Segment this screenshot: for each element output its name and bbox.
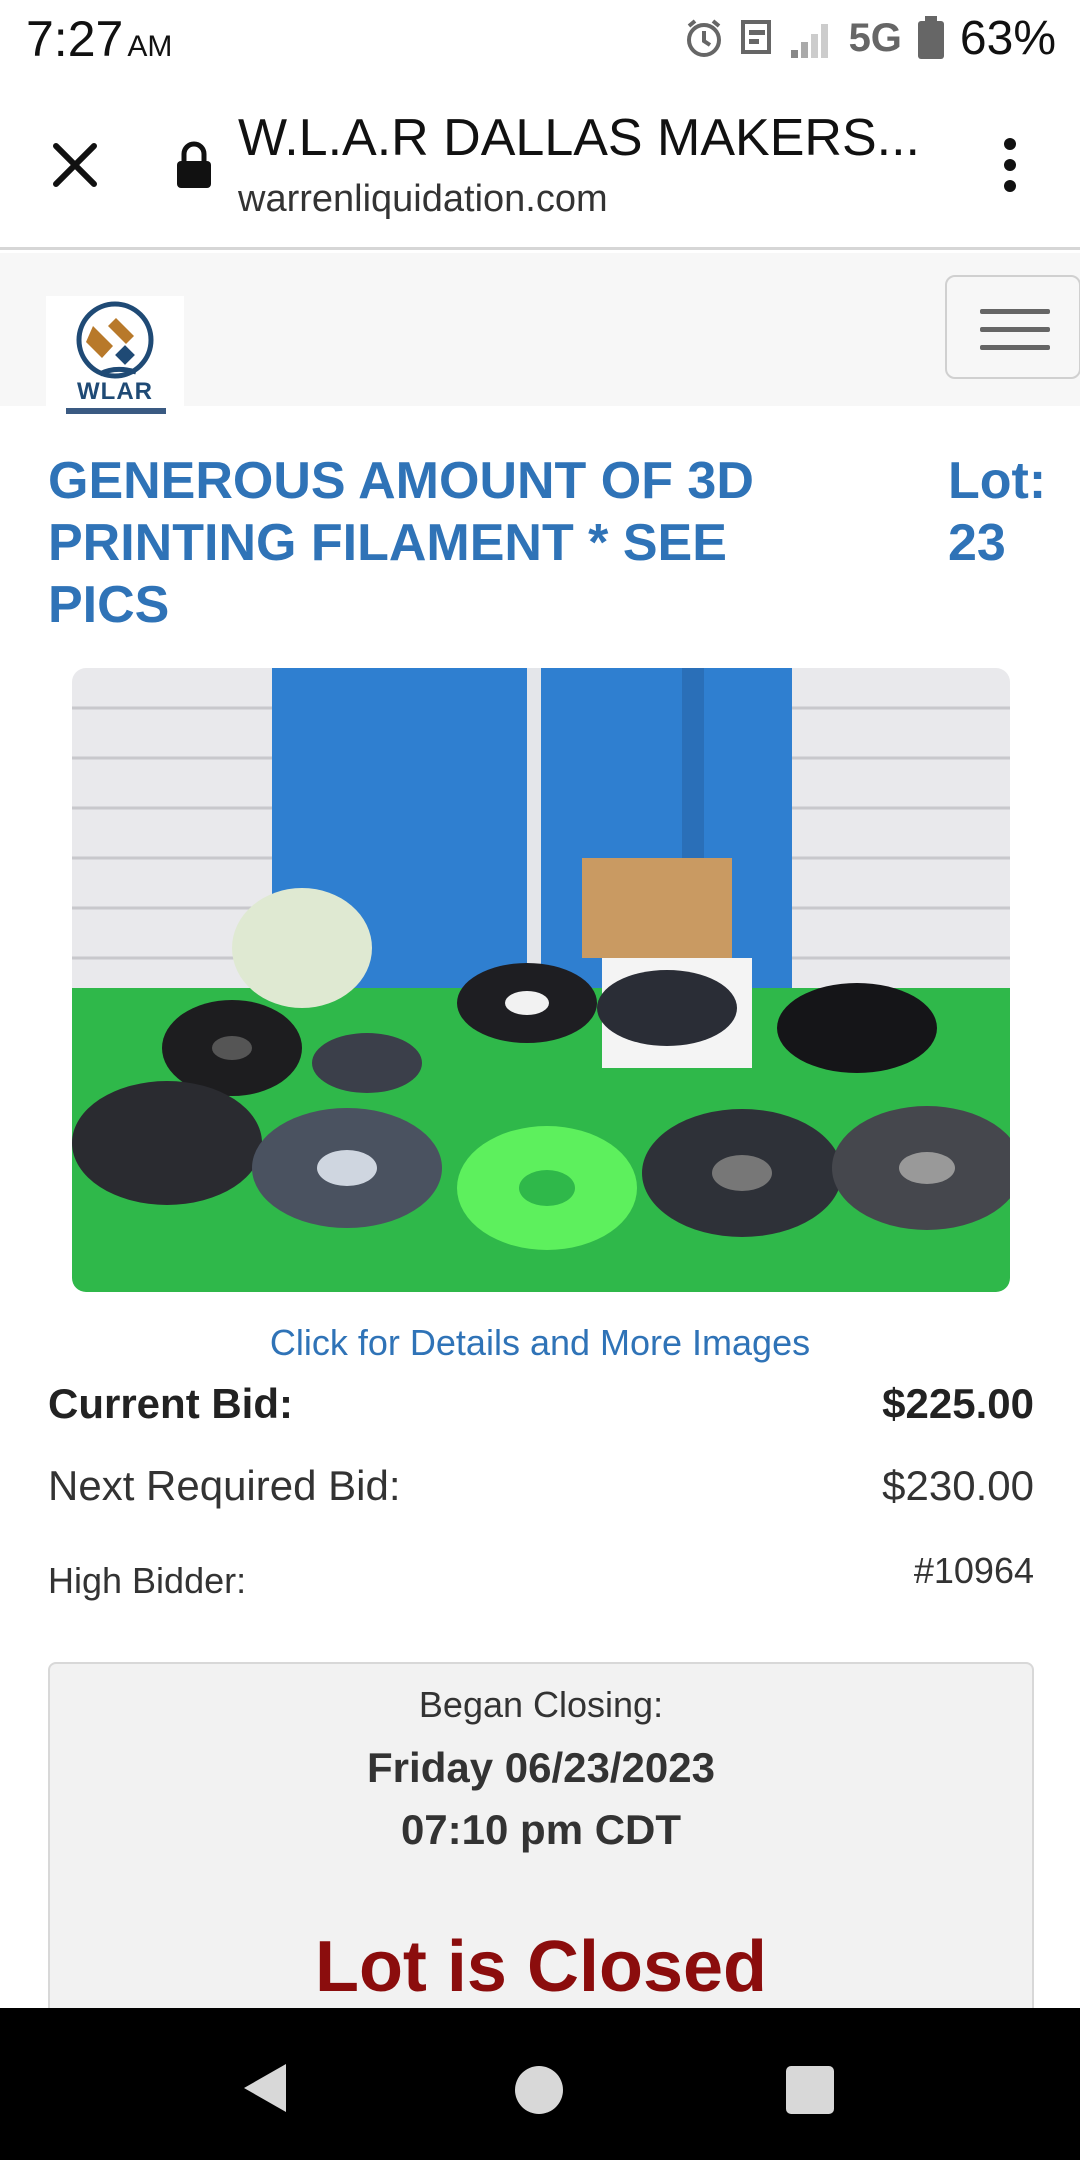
notification-icon [739, 18, 775, 58]
lot-title[interactable]: GENEROUS AMOUNT OF 3D PRINTING FILAMENT … [48, 450, 788, 636]
lot-label: Lot: [948, 452, 1047, 510]
closing-info-box: Began Closing: Friday 06/23/2023 07:10 p… [48, 1662, 1034, 2022]
status-bar: 7:27 AM 5G 63% [0, 0, 1080, 80]
current-bid-row: Current Bid: $225.00 [48, 1380, 1034, 1428]
status-time: 7:27 AM [26, 11, 173, 67]
battery-percent: 63% [959, 11, 1056, 65]
lot-number-block: Lot: 23 [948, 450, 1068, 574]
more-vert-icon[interactable] [990, 132, 1030, 198]
high-bidder-value: #10964 [913, 1550, 1034, 1591]
current-bid-value: $225.00 [882, 1380, 1034, 1427]
back-icon[interactable] [240, 2060, 290, 2121]
logo-text: WLAR [77, 378, 153, 405]
status-ampm: AM [127, 30, 173, 63]
began-closing-date: Friday 06/23/2023 [367, 1744, 715, 1791]
lot-photo[interactable] [72, 668, 1010, 1292]
current-bid-label: Current Bid: [48, 1380, 293, 1427]
signal-icon [789, 16, 835, 60]
site-logo[interactable]: WLAR [46, 296, 184, 426]
system-nav-bar [0, 2008, 1080, 2160]
home-icon[interactable] [515, 2066, 563, 2114]
site-header: WLAR [0, 253, 1080, 426]
next-bid-value: $230.00 [882, 1462, 1034, 1509]
high-bidder-label: High Bidder: [48, 1560, 247, 1601]
logo-tagline-bar [66, 408, 166, 414]
close-icon[interactable] [42, 132, 108, 198]
began-closing-time: 07:10 pm CDT [400, 1806, 682, 1853]
page-title[interactable]: W.L.A.R DALLAS MAKERS... [238, 108, 938, 168]
network-type: 5G [848, 15, 902, 60]
details-link[interactable]: Click for Details and More Images [0, 1322, 1080, 1364]
next-bid-label: Next Required Bid: [48, 1462, 401, 1509]
began-closing-label: Began Closing: [418, 1684, 664, 1725]
recents-icon[interactable] [786, 2066, 834, 2114]
lot-number: 23 [948, 514, 1006, 572]
lock-icon [174, 140, 214, 190]
battery-icon [916, 15, 946, 61]
lot-status: Lot is Closed [314, 1927, 768, 2007]
page-url[interactable]: warrenliquidation.com [238, 178, 608, 221]
alarm-icon [683, 17, 725, 59]
logo-emblem [76, 301, 154, 379]
high-bidder-row: High Bidder: #10964 [48, 1550, 1034, 1602]
hamburger-icon[interactable] [945, 275, 1080, 379]
next-bid-row: Next Required Bid: $230.00 [48, 1462, 1034, 1510]
browser-toolbar: W.L.A.R DALLAS MAKERS... warrenliquidati… [0, 80, 1080, 250]
